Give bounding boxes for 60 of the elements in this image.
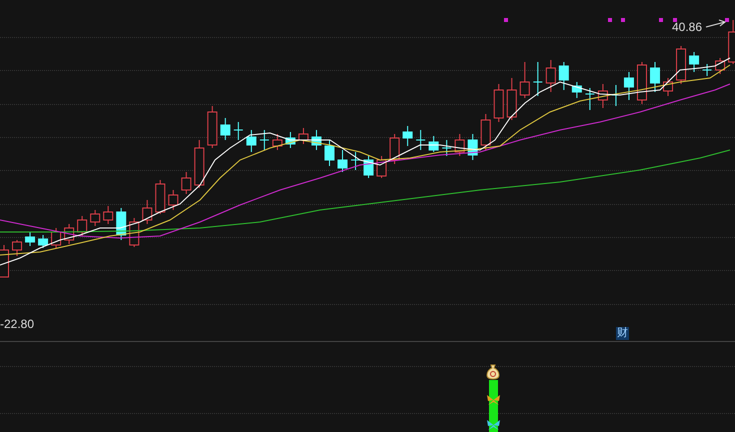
candlestick — [207, 106, 218, 148]
candlestick — [546, 60, 556, 92]
candlestick — [116, 208, 126, 240]
candlestick — [598, 84, 608, 108]
candlestick — [390, 134, 400, 164]
candlestick — [572, 82, 582, 98]
candlestick — [494, 84, 504, 122]
event-badge[interactable]: 财 — [616, 327, 629, 340]
candlestick — [194, 140, 204, 188]
candlestick — [663, 78, 674, 96]
candlestick — [715, 58, 726, 74]
candlestick — [259, 130, 270, 150]
candlestick — [64, 224, 74, 244]
candlestick — [155, 180, 166, 214]
candlestick — [532, 62, 543, 96]
candlestick — [168, 190, 178, 210]
candlestick — [442, 140, 452, 156]
butterfly-icon — [486, 419, 501, 431]
candlestick — [702, 64, 712, 76]
candlestick — [324, 140, 334, 166]
candlestick — [220, 118, 230, 140]
candlestick — [311, 130, 322, 150]
candlestick — [636, 62, 647, 104]
candlestick — [142, 200, 152, 224]
candlestick — [103, 206, 114, 224]
candlestick — [650, 62, 660, 92]
candlestick — [480, 114, 491, 150]
candlestick — [298, 128, 308, 144]
money-bag-icon — [486, 364, 500, 380]
candlestick — [25, 232, 36, 246]
candlestick — [689, 52, 700, 72]
candlestick — [350, 152, 361, 170]
candlestick — [416, 130, 426, 150]
candlestick — [676, 46, 686, 84]
candlestick — [77, 216, 88, 236]
candlestick — [181, 172, 192, 194]
candlestick — [428, 136, 439, 152]
candlestick — [233, 122, 244, 140]
candlestick — [558, 62, 569, 90]
candlestick — [454, 134, 465, 156]
high-price-label: 40.86 — [672, 21, 702, 33]
candlestick — [285, 132, 296, 148]
candlestick — [520, 62, 530, 98]
candlestick — [38, 234, 48, 248]
candlestick — [402, 126, 413, 146]
candlestick — [624, 72, 634, 100]
candlestick — [90, 210, 100, 226]
candlestick — [338, 150, 348, 172]
candlestick — [12, 240, 22, 256]
butterfly-icon — [486, 394, 501, 406]
candlestick — [584, 88, 595, 110]
candlestick — [272, 134, 282, 150]
candlestick — [364, 156, 374, 178]
candlestick — [506, 78, 517, 120]
high-pointer-arrow — [706, 20, 726, 28]
candlestick — [246, 130, 256, 152]
low-price-label: -22.80 — [0, 318, 34, 330]
candlestick — [468, 134, 478, 160]
candlestick — [376, 156, 387, 178]
candlestick — [51, 228, 62, 248]
